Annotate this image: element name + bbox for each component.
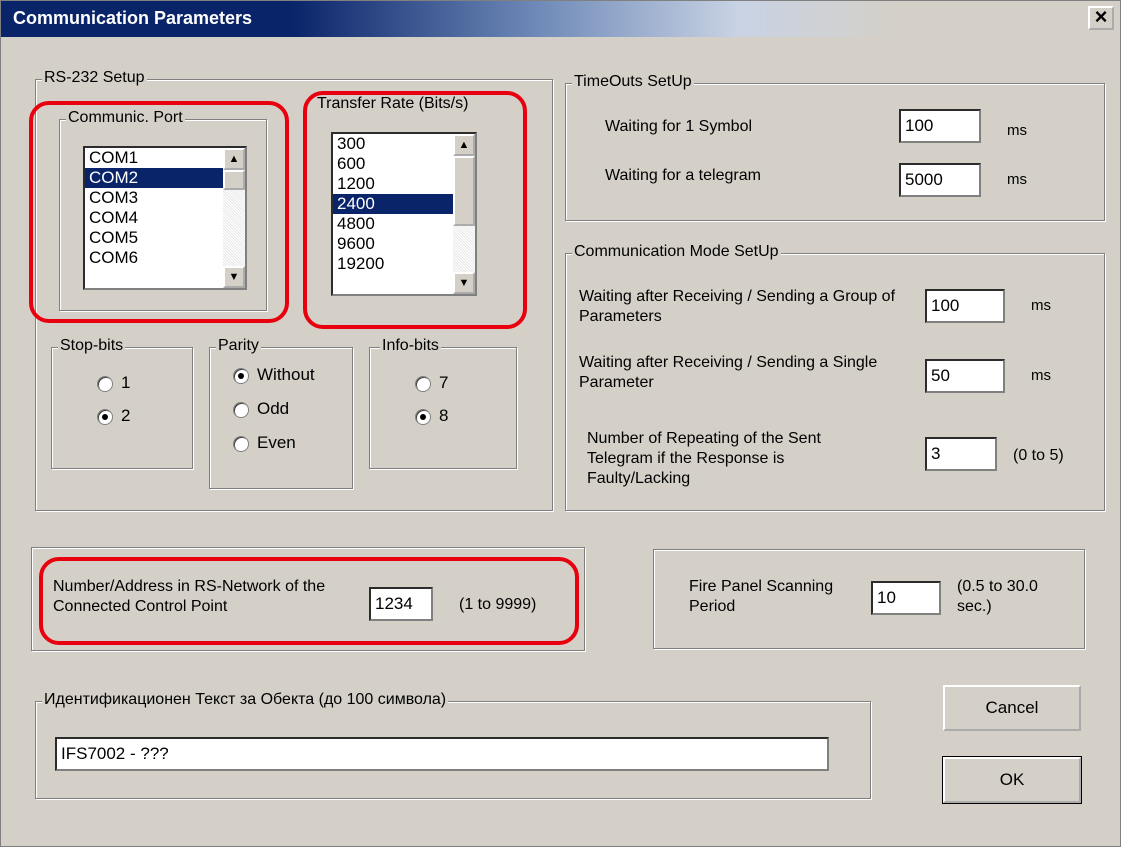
scroll-up-button[interactable]: ▲ — [223, 148, 245, 170]
comm-port-items: COM1 COM2 COM3 COM4 COM5 COM6 — [85, 148, 245, 268]
rs232-setup-label: RS-232 Setup — [42, 69, 147, 87]
infobits-label: Info-bits — [380, 337, 441, 355]
address-range: (1 to 9999) — [459, 596, 537, 613]
telegram-timeout-unit: ms — [1007, 171, 1027, 188]
parity-radio-label: Even — [257, 433, 296, 452]
radio-circle-icon — [415, 409, 431, 425]
arrow-down-icon: ▼ — [228, 271, 240, 283]
list-item[interactable]: COM2 — [85, 168, 245, 188]
transfer-rate-label: Transfer Rate (Bits/s) — [315, 95, 471, 113]
close-button[interactable]: × — [1088, 6, 1114, 30]
scan-range: (0.5 to 30.0 sec.) — [957, 578, 1038, 615]
comm-port-label: Communic. Port — [66, 109, 185, 127]
parity-radio-label: Odd — [257, 399, 290, 418]
parity-radio-label: Without — [257, 365, 315, 384]
transfer-rate-scrollbar[interactable]: ▲ ▼ — [453, 134, 475, 294]
scroll-down-button[interactable]: ▼ — [223, 266, 245, 288]
arrow-up-icon: ▲ — [458, 139, 470, 151]
list-item[interactable]: COM6 — [85, 248, 245, 268]
ident-input[interactable] — [55, 737, 829, 771]
group-params-label: Waiting after Receiving / Sending a Grou… — [579, 288, 896, 325]
scroll-up-button[interactable]: ▲ — [453, 134, 475, 156]
radio-circle-icon — [233, 402, 249, 418]
list-item[interactable]: COM4 — [85, 208, 245, 228]
scan-label: Fire Panel Scanning Period — [689, 578, 834, 615]
infobits-radio-label: 7 — [439, 373, 449, 392]
repeat-input[interactable] — [925, 437, 997, 471]
stopbits-radio-label: 1 — [121, 373, 131, 392]
arrow-up-icon: ▲ — [228, 153, 240, 165]
radio-circle-icon — [415, 376, 431, 392]
group-params-input[interactable] — [925, 289, 1005, 323]
stopbits-label: Stop-bits — [58, 337, 126, 355]
comm-port-listbox[interactable]: COM1 COM2 COM3 COM4 COM5 COM6 ▲ ▼ — [83, 146, 247, 290]
scan-input[interactable] — [871, 581, 941, 615]
arrow-down-icon: ▼ — [458, 277, 470, 289]
transfer-rate-listbox[interactable]: 300 600 1200 2400 4800 9600 19200 ▲ ▼ — [331, 132, 477, 296]
timeouts-label: TimeOuts SetUp — [572, 73, 694, 91]
telegram-timeout-input[interactable] — [899, 163, 981, 197]
telegram-timeout-label: Waiting for a telegram — [605, 167, 761, 184]
radio-circle-icon — [97, 376, 113, 392]
dialog-window: Communication Parameters × RS-232 Setup … — [0, 0, 1121, 847]
list-item[interactable]: COM5 — [85, 228, 245, 248]
list-item[interactable]: COM3 — [85, 188, 245, 208]
title-bar[interactable]: Communication Parameters × — [1, 1, 1120, 37]
comm-mode-label: Communication Mode SetUp — [572, 243, 781, 261]
group-params-unit: ms — [1031, 297, 1051, 314]
radio-circle-icon — [233, 436, 249, 452]
radio-circle-icon — [233, 368, 249, 384]
window-title: Communication Parameters — [13, 8, 253, 28]
close-icon: × — [1094, 4, 1108, 29]
symbol-timeout-label: Waiting for 1 Symbol — [605, 118, 753, 135]
scroll-thumb[interactable] — [223, 170, 245, 190]
address-input[interactable] — [369, 587, 433, 621]
timeouts-group: TimeOuts SetUp — [565, 73, 1105, 221]
symbol-timeout-unit: ms — [1007, 122, 1027, 139]
ok-button[interactable]: OK — [942, 756, 1082, 804]
single-param-input[interactable] — [925, 359, 1005, 393]
symbol-timeout-input[interactable] — [899, 109, 981, 143]
scroll-thumb[interactable] — [453, 156, 475, 226]
parity-label: Parity — [216, 337, 261, 355]
address-label: Number/Address in RS-Network of the Conn… — [53, 578, 326, 615]
cancel-button[interactable]: Cancel — [943, 685, 1081, 731]
radio-circle-icon — [97, 409, 113, 425]
single-param-label: Waiting after Receiving / Sending a Sing… — [579, 354, 878, 391]
list-item[interactable]: COM1 — [85, 148, 245, 168]
single-param-unit: ms — [1031, 367, 1051, 384]
infobits-radio-label: 8 — [439, 406, 449, 425]
repeat-label: Number of Repeating of the Sent Telegram… — [587, 430, 821, 487]
comm-port-scrollbar[interactable]: ▲ ▼ — [223, 148, 245, 288]
ident-label: Идентификационен Текст за Обекта (до 100… — [42, 691, 449, 709]
repeat-range: (0 to 5) — [1013, 447, 1064, 464]
scroll-down-button[interactable]: ▼ — [453, 272, 475, 294]
stopbits-radio-label: 2 — [121, 406, 131, 425]
